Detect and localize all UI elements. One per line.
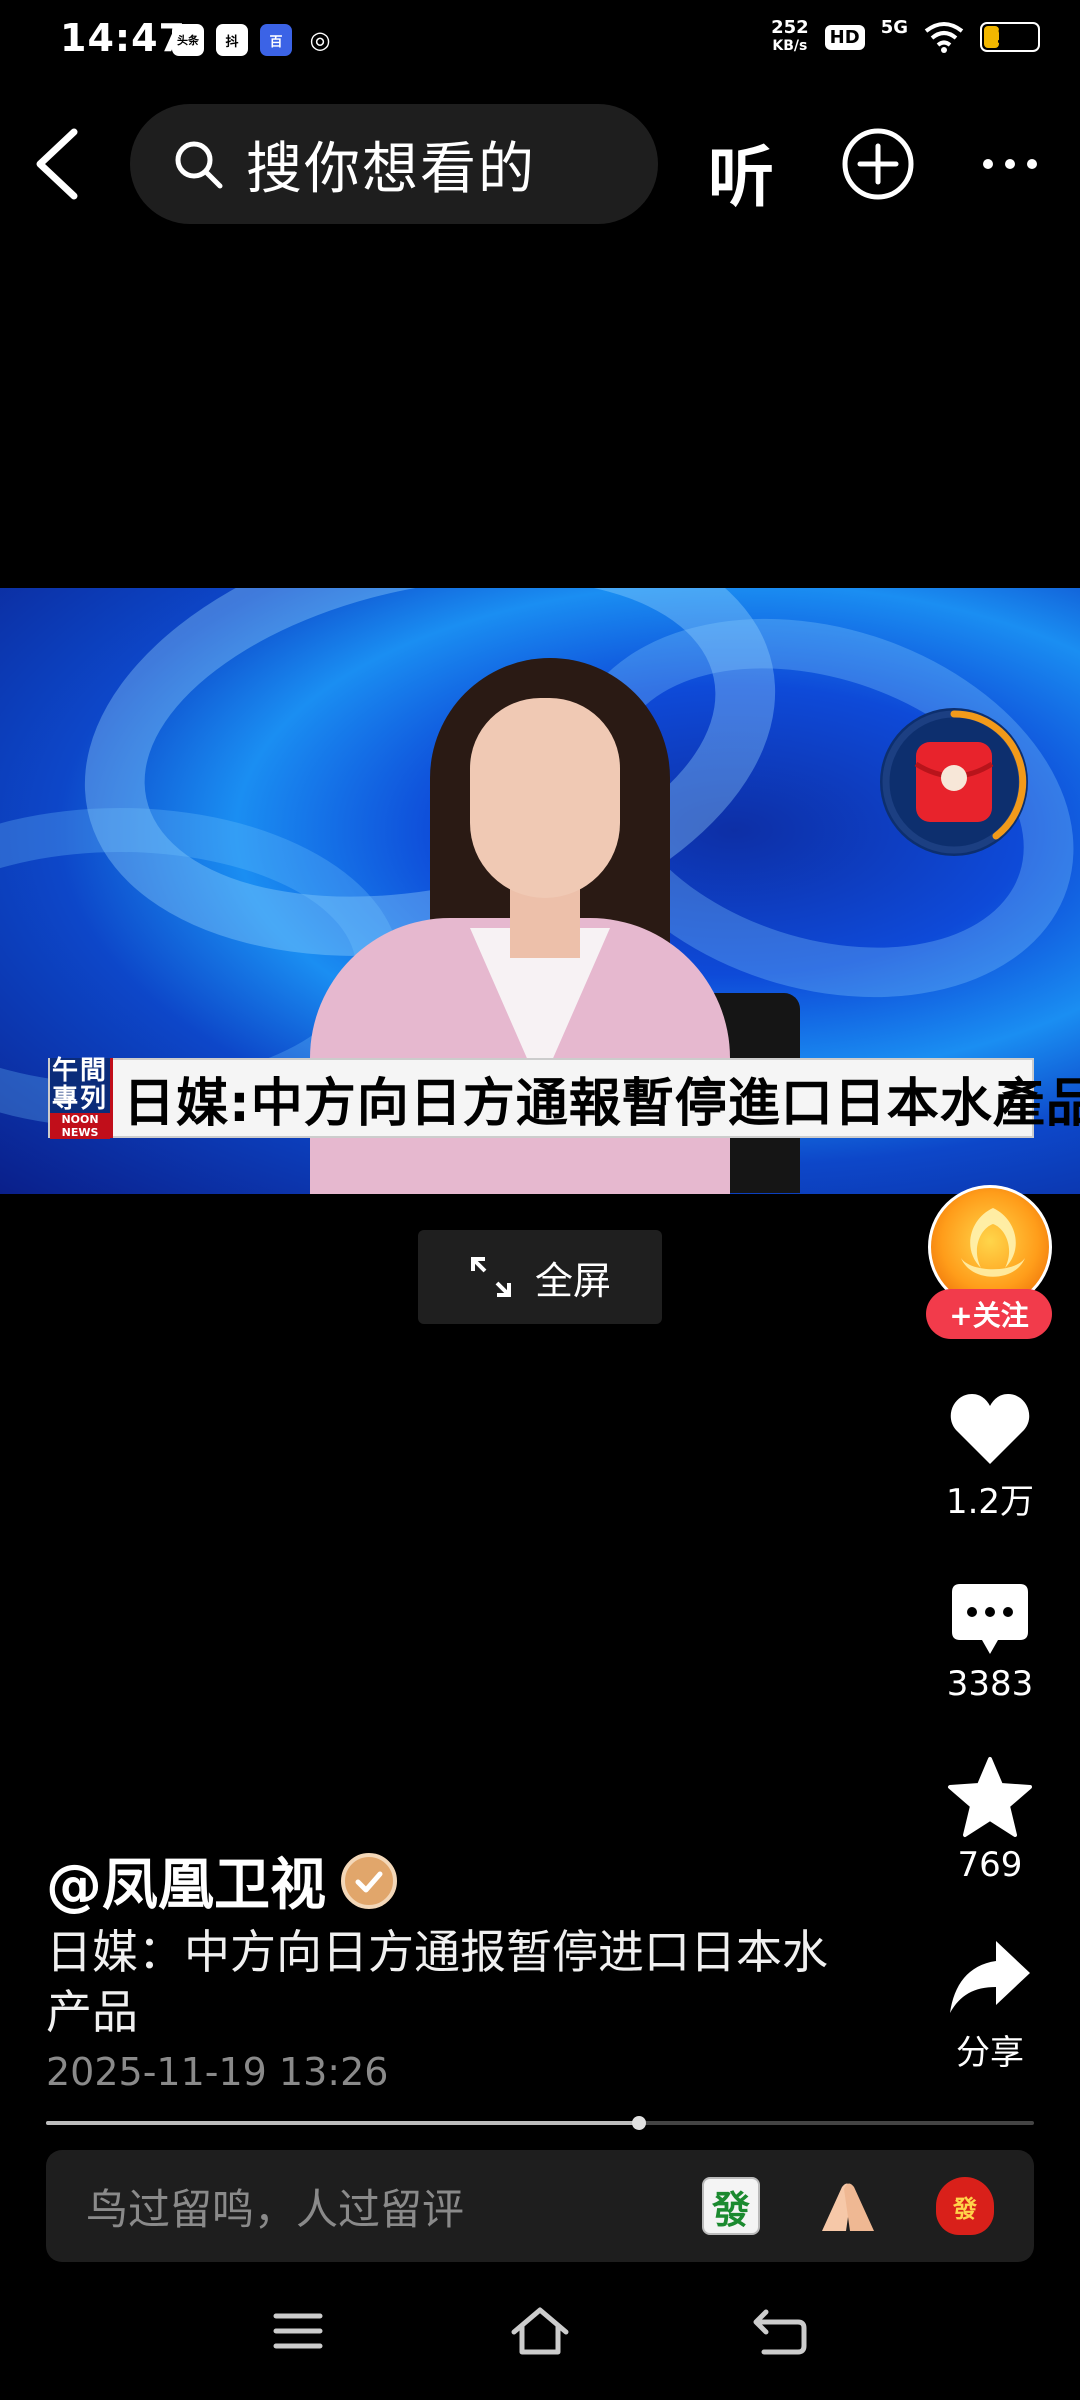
- battery-indicator: 34: [980, 22, 1040, 52]
- fa-tile-emoji-button[interactable]: 發: [702, 2177, 760, 2235]
- status-time: 14:47: [60, 16, 186, 60]
- post-timestamp: 2025-11-19 13:26: [46, 2050, 389, 2094]
- news-banner: 午間專列 NOON NEWS 日媒:中方向日方通報暫停進口日本水產品: [48, 1056, 1080, 1139]
- logo-text-en: NOON NEWS: [50, 1113, 110, 1139]
- fullscreen-icon: [470, 1257, 511, 1297]
- listen-button[interactable]: 听: [708, 124, 774, 220]
- share-label: 分享: [956, 2033, 1024, 2073]
- top-nav: 搜你想看的 听: [0, 104, 1080, 226]
- follow-button[interactable]: +关注: [926, 1289, 1052, 1339]
- comment-input[interactable]: 鸟过留鸣，人过留评 發 發: [46, 2150, 1034, 2262]
- baidu-app-icon: 百: [260, 24, 292, 56]
- banner-headline: 日媒:中方向日方通報暫停進口日本水產品: [123, 1073, 1080, 1134]
- net-speed-value: 252: [771, 17, 809, 38]
- status-bar: 14:47 头条 抖 百 ◎ 252 KB/s HD 5G 34: [0, 0, 1080, 84]
- logo-text-cn: 午間專列: [51, 1056, 108, 1114]
- network-type: 5G: [880, 16, 908, 38]
- video-player[interactable]: 午間專列 NOON NEWS 日媒:中方向日方通報暫停進口日本水產品: [0, 588, 1080, 1194]
- system-navigation-bar: [0, 2290, 1080, 2380]
- like-button[interactable]: 1.2万: [920, 1390, 1060, 1523]
- verified-badge-icon: [341, 1852, 397, 1909]
- status-indicators: 252 KB/s HD 5G 34: [771, 16, 1040, 56]
- video-progress-bar[interactable]: [46, 2116, 1034, 2130]
- home-icon[interactable]: [510, 2306, 570, 2356]
- author-row[interactable]: @凤凰卫视: [46, 1840, 398, 1921]
- noon-news-logo: 午間專列 NOON NEWS: [50, 1056, 113, 1139]
- star-icon: [948, 1757, 1032, 1837]
- hd-badge: HD: [824, 24, 865, 50]
- praying-hands-emoji-button[interactable]: [816, 2177, 880, 2235]
- comment-icon: [952, 1584, 1028, 1654]
- red-packet-icon[interactable]: [876, 704, 1032, 860]
- author-name[interactable]: @凤凰卫视: [46, 1840, 326, 1921]
- progress-fill: [46, 2121, 639, 2125]
- post-caption: 日媒：中方向日方通报暂停进口日本水产品: [46, 1925, 828, 2039]
- wifi-icon: [924, 22, 964, 53]
- ring-app-icon: ◎: [304, 24, 336, 56]
- share-button[interactable]: 分享: [920, 1935, 1060, 2074]
- toutiao-app-icon: 头条: [172, 24, 204, 56]
- douyin-app-icon: 抖: [216, 24, 248, 56]
- comment-count: 3383: [946, 1664, 1034, 1704]
- status-app-icons: 头条 抖 百 ◎: [172, 24, 336, 56]
- plus-circle-icon[interactable]: [840, 126, 916, 202]
- progress-knob[interactable]: [631, 2116, 646, 2130]
- search-icon: [175, 141, 223, 189]
- anchor-face: [470, 698, 620, 898]
- back-arrow-icon[interactable]: [24, 124, 94, 204]
- like-count: 1.2万: [945, 1482, 1035, 1522]
- net-speed: 252 KB/s: [771, 18, 809, 56]
- return-icon[interactable]: [752, 2306, 808, 2356]
- fullscreen-button[interactable]: 全屏: [418, 1230, 662, 1324]
- favorite-button[interactable]: 769: [920, 1755, 1060, 1885]
- favorite-count: 769: [957, 1845, 1023, 1885]
- comment-button[interactable]: 3383: [920, 1580, 1060, 1704]
- comment-placeholder: 鸟过留鸣，人过留评: [86, 2184, 465, 2234]
- more-icon[interactable]: [978, 134, 1042, 194]
- search-input[interactable]: 搜你想看的: [130, 104, 658, 224]
- fullscreen-label: 全屏: [534, 1258, 611, 1303]
- share-icon: [950, 1941, 1030, 2013]
- battery-level: 34: [996, 26, 1024, 48]
- lucky-bag-emoji-button[interactable]: 發: [936, 2177, 994, 2235]
- search-placeholder: 搜你想看的: [246, 136, 536, 202]
- menu-icon[interactable]: [272, 2310, 324, 2352]
- heart-icon: [950, 1394, 1030, 1464]
- net-speed-unit: KB/s: [772, 38, 808, 54]
